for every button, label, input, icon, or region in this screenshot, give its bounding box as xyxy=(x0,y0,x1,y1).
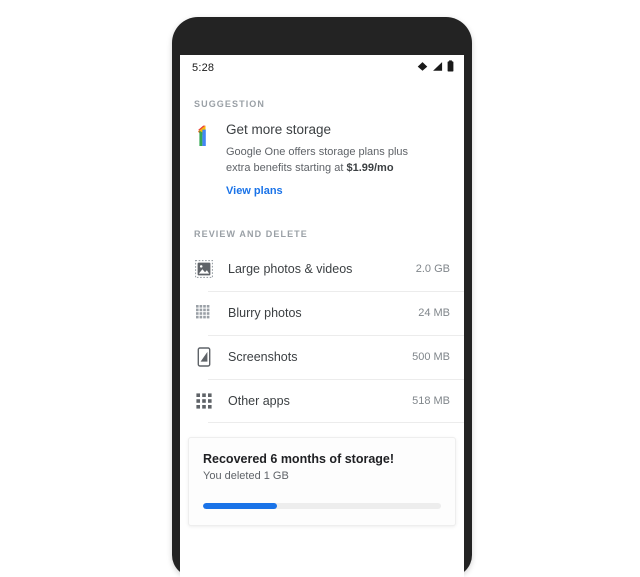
suggestion-body: Get more storage Google One offers stora… xyxy=(226,121,450,199)
list-item-size: 24 MB xyxy=(418,307,450,319)
list-item-size: 518 MB xyxy=(412,395,450,407)
status-bar-icons xyxy=(417,59,454,77)
storage-list: Large photos & videos 2.0 GB Blurry phot… xyxy=(180,247,464,423)
list-item-label: Blurry photos xyxy=(228,306,302,320)
review-section-header: REVIEW AND DELETE xyxy=(194,229,308,239)
wifi-icon xyxy=(417,59,428,77)
suggestion-description-line2: extra benefits starting at xyxy=(226,162,347,174)
suggestion-title: Get more storage xyxy=(226,122,332,137)
phone-frame: 5:28 SUGGESTION Get more storage Google … xyxy=(172,17,472,577)
list-item-screenshots[interactable]: Screenshots 500 MB xyxy=(180,335,464,379)
other-apps-icon xyxy=(194,391,214,411)
status-bar-time: 5:28 xyxy=(192,62,215,74)
list-item-size: 2.0 GB xyxy=(415,263,450,275)
battery-icon xyxy=(447,59,454,77)
large-photos-icon xyxy=(194,259,214,279)
suggestion-description-line1: Google One offers storage plans plus xyxy=(226,146,409,158)
screenshots-icon xyxy=(194,347,214,367)
suggestion-price: $1.99/mo xyxy=(346,162,394,174)
recovered-title: Recovered 6 months of storage! xyxy=(203,452,395,466)
list-item-label: Screenshots xyxy=(228,350,298,364)
suggestion-card[interactable]: Get more storage Google One offers stora… xyxy=(180,109,464,203)
storage-progress-fill xyxy=(203,503,277,509)
storage-progress-bar xyxy=(203,503,441,509)
blurry-photos-icon xyxy=(194,303,214,323)
list-item-blurry-photos[interactable]: Blurry photos 24 MB xyxy=(180,291,464,335)
recovered-storage-card: Recovered 6 months of storage! You delet… xyxy=(188,437,456,526)
list-item-large-photos[interactable]: Large photos & videos 2.0 GB xyxy=(180,247,464,291)
recovered-subtitle: You deleted 1 GB xyxy=(203,470,289,482)
list-item-label: Large photos & videos xyxy=(228,262,353,276)
suggestion-description: Google One offers storage plans plus ext… xyxy=(226,144,421,176)
status-bar: 5:28 xyxy=(180,55,464,81)
list-item-other-apps[interactable]: Other apps 518 MB xyxy=(180,379,464,423)
view-plans-link[interactable]: View plans xyxy=(226,185,283,197)
list-item-label: Other apps xyxy=(228,394,290,408)
signal-icon xyxy=(432,59,443,77)
list-item-size: 500 MB xyxy=(412,351,450,363)
google-one-logo xyxy=(194,123,216,149)
phone-screen: 5:28 SUGGESTION Get more storage Google … xyxy=(180,55,464,577)
suggestion-section-header: SUGGESTION xyxy=(194,99,266,109)
